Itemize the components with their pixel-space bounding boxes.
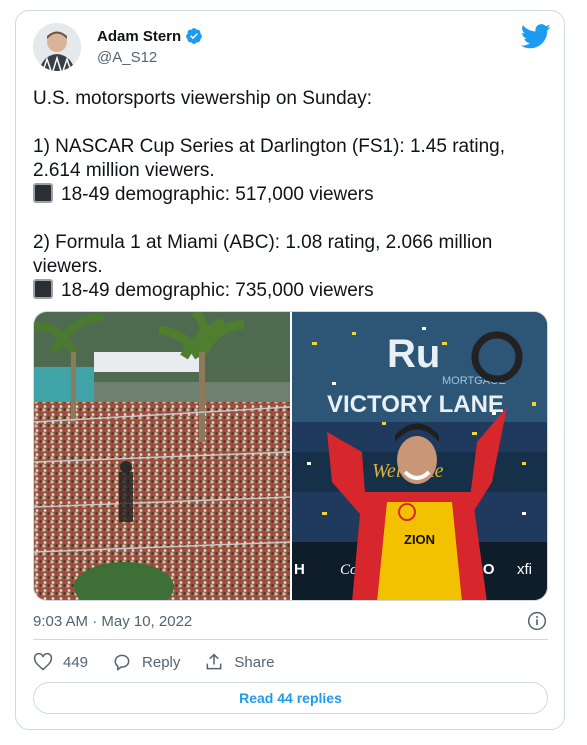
tweet-actions: 449 Reply Share <box>33 651 298 673</box>
tweet-card: Adam Stern @A_S12 U.S. motorsports viewe… <box>15 10 565 730</box>
tweet-line-nascar-demo: 18-49 demographic: 517,000 viewers <box>33 183 533 207</box>
f1-demo-text: 18-49 demographic: 735,000 viewers <box>61 280 374 301</box>
photo-victory-lane[interactable]: Ru MORTGAGE VICTORY LANE Welcome Coca-Co… <box>291 312 547 600</box>
reply-button[interactable]: Reply <box>112 652 180 672</box>
read-replies-button[interactable]: Read 44 replies <box>33 682 548 714</box>
avatar-image <box>33 23 81 71</box>
tweet-line-nascar-viewers: 2.614 million viewers. <box>33 160 215 181</box>
tweet-line-nascar: 1) NASCAR Cup Series at Darlington (FS1)… <box>33 136 506 157</box>
miami-crowd-image <box>34 312 290 600</box>
tweet-timestamp[interactable]: 9:03 AM · May 10, 2022 <box>33 613 192 630</box>
sign-zion: ZION <box>404 532 435 547</box>
verified-badge-icon <box>186 28 203 44</box>
tweet-line-f1: 2) Formula 1 at Miami (ABC): 1.08 rating… <box>33 232 493 253</box>
like-count: 449 <box>63 653 89 671</box>
author-handle[interactable]: @A_S12 <box>97 49 157 66</box>
sign-xfi: xfi <box>517 561 532 578</box>
black-square-emoji-icon <box>33 183 53 203</box>
heart-icon <box>33 652 53 671</box>
author-name-text: Adam Stern <box>97 27 182 45</box>
victory-lane-image: Ru MORTGAGE VICTORY LANE Welcome Coca-Co… <box>291 312 547 600</box>
like-button[interactable]: 449 <box>33 652 88 672</box>
twitter-bird-icon[interactable] <box>521 24 551 49</box>
photo-miami-crowd[interactable] <box>34 312 290 600</box>
tweet-line-intro: U.S. motorsports viewership on Sunday: <box>33 88 372 109</box>
share-label: Share <box>234 653 275 671</box>
share-button[interactable]: Share <box>204 652 274 672</box>
tweet-text: U.S. motorsports viewership on Sunday: 1… <box>33 87 533 303</box>
nascar-demo-text: 18-49 demographic: 517,000 viewers <box>61 184 374 205</box>
sign-h: H <box>294 561 305 578</box>
author-name[interactable]: Adam Stern <box>97 27 203 45</box>
info-icon[interactable] <box>527 611 547 631</box>
divider <box>33 639 548 640</box>
reply-bubble-icon <box>114 654 130 671</box>
black-square-emoji-icon <box>33 279 53 299</box>
reply-label: Reply <box>142 653 181 671</box>
sign-victory-lane: VICTORY LANE <box>327 391 504 418</box>
sign-ru: Ru <box>387 332 440 376</box>
tweet-line-f1-demo: 18-49 demographic: 735,000 viewers <box>33 279 533 303</box>
tweet-line-f1-viewers: viewers. <box>33 256 103 277</box>
tweet-media: Ru MORTGAGE VICTORY LANE Welcome Coca-Co… <box>33 311 548 601</box>
avatar[interactable] <box>33 23 81 71</box>
share-icon <box>206 653 222 670</box>
